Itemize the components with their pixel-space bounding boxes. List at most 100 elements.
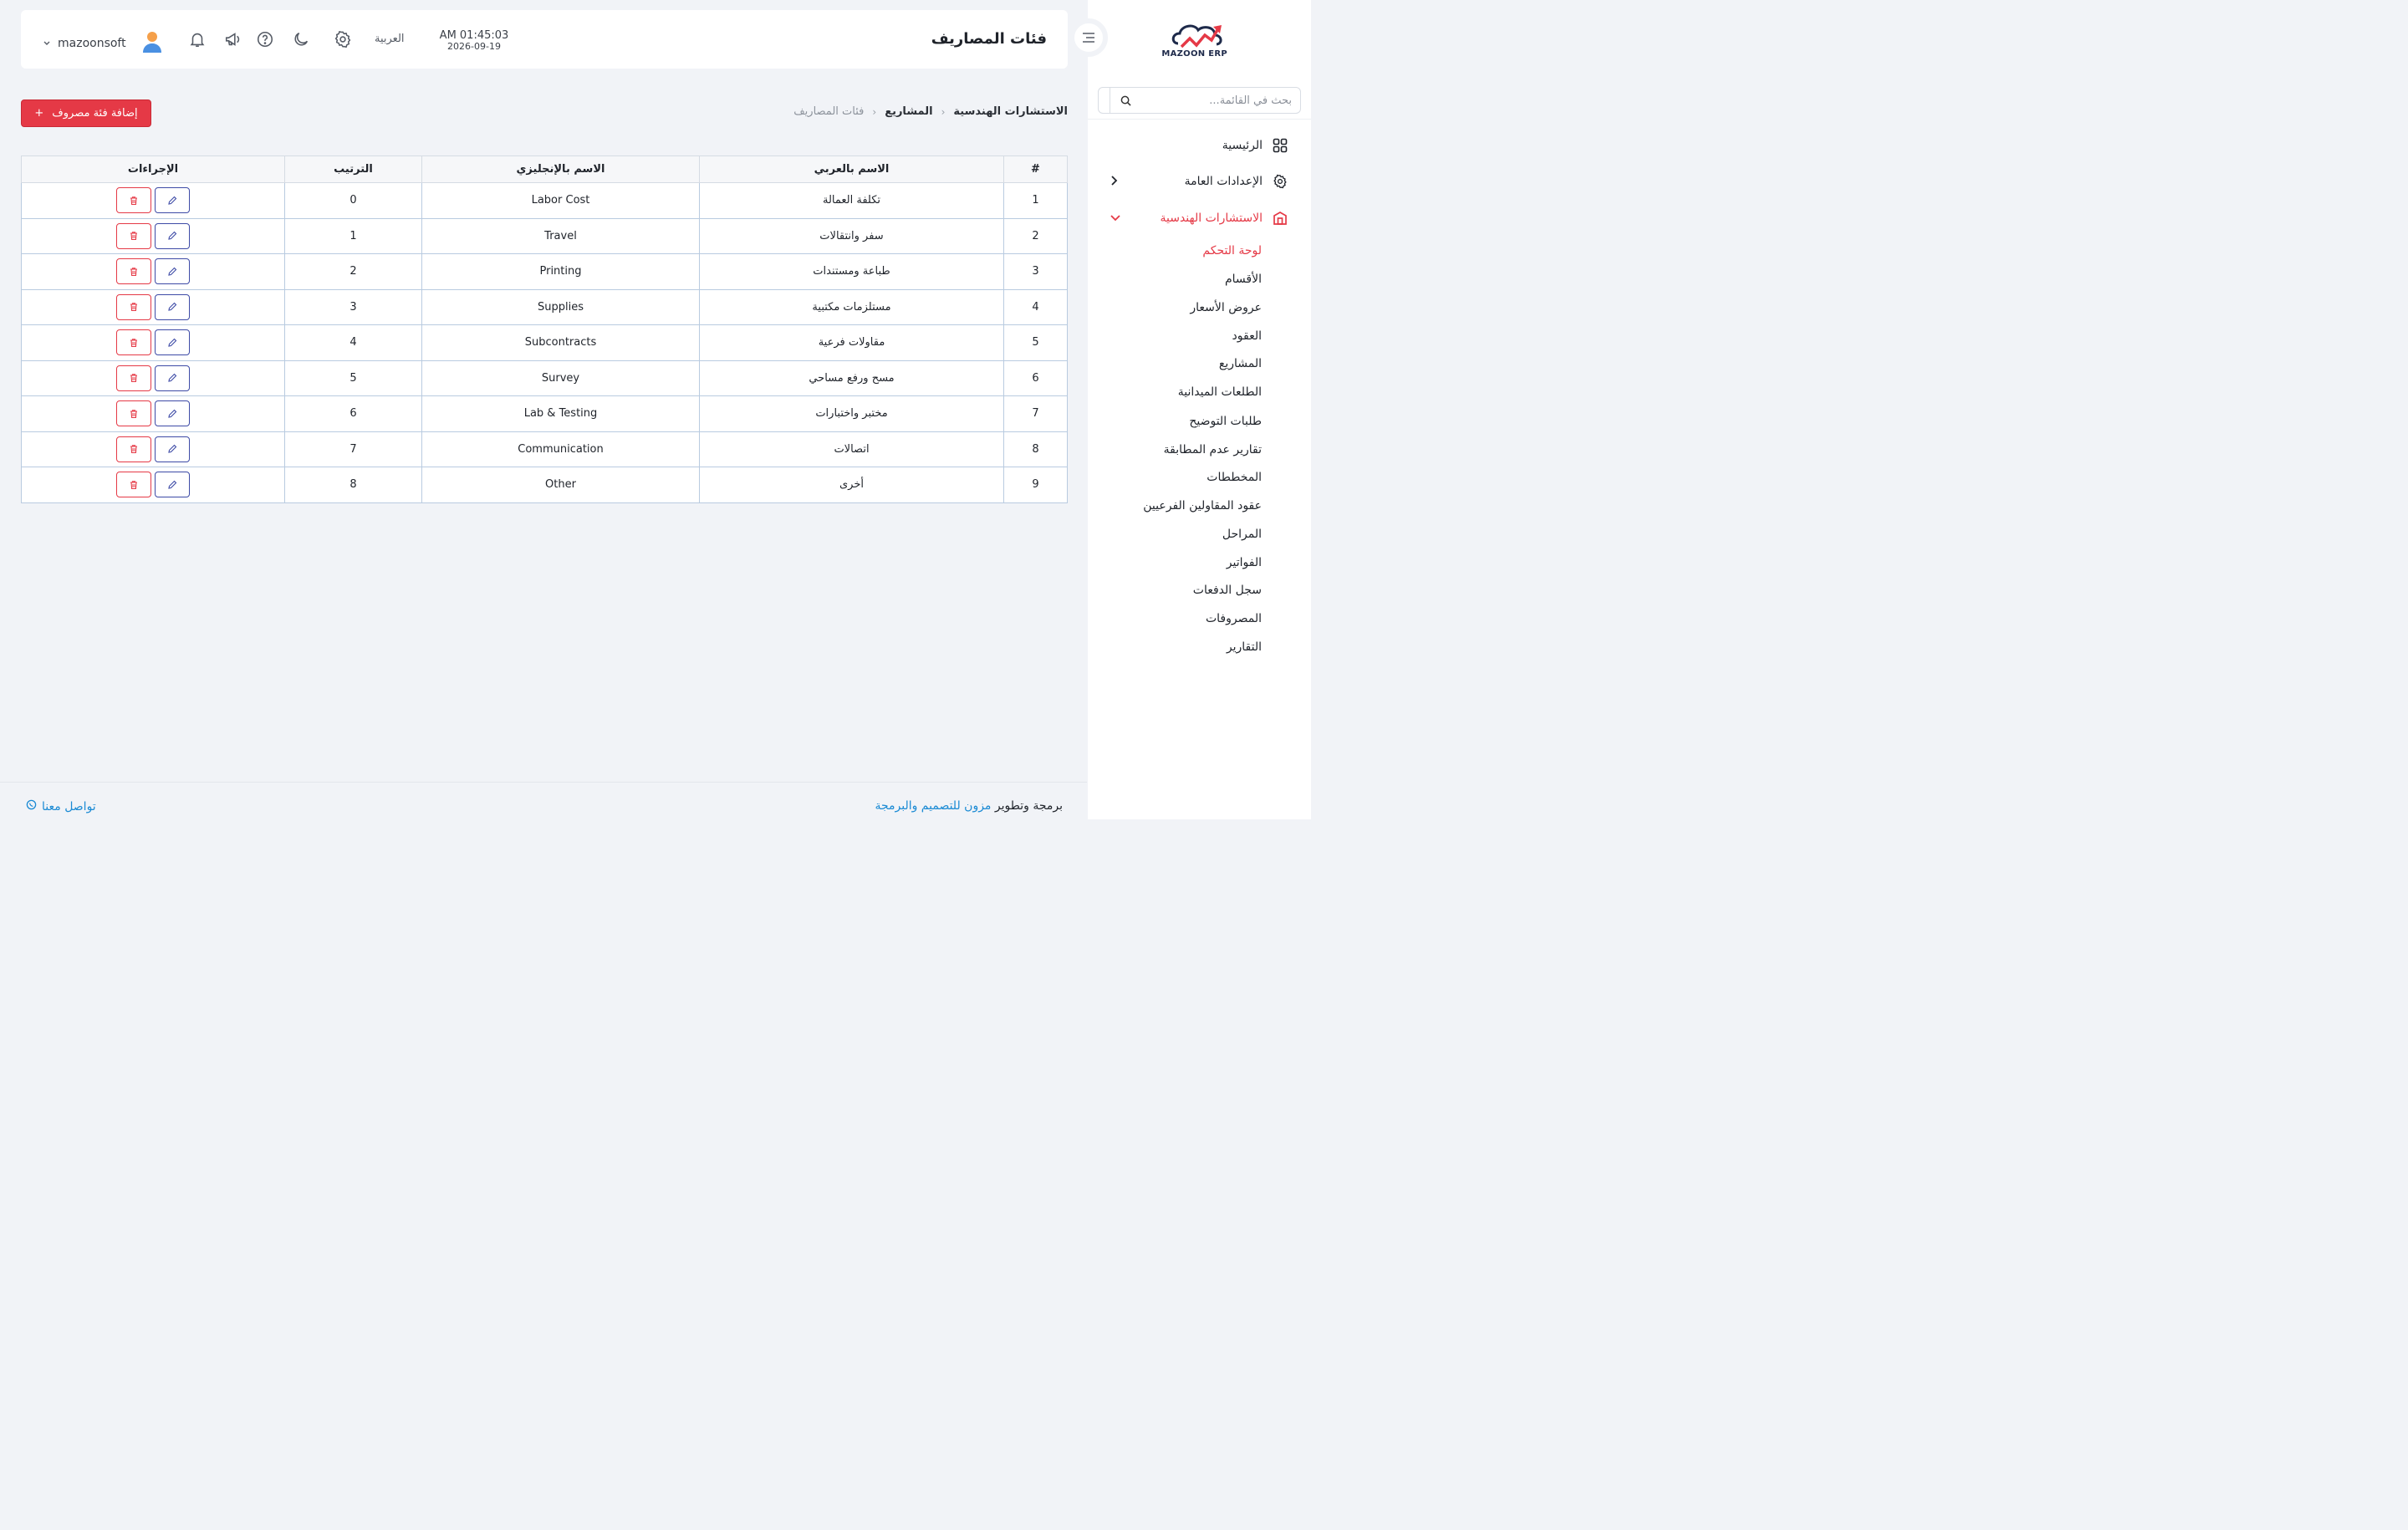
edit-button[interactable] — [155, 365, 190, 391]
cell-arabic-name: تكلفة العمالة — [699, 182, 1004, 219]
chevron-down-icon[interactable] — [1110, 212, 1121, 225]
edit-button[interactable] — [155, 258, 190, 285]
footer-brand-link[interactable]: مزون للتصميم والبرمجة — [875, 799, 991, 813]
sidebar-search-input[interactable] — [1141, 94, 1300, 107]
cell-arabic-name: سفر وانتقالات — [699, 217, 1004, 254]
cell-actions — [21, 253, 285, 290]
sidebar-sub-departments[interactable]: الأقسام — [1225, 273, 1262, 286]
sidebar-sub-invoices[interactable]: الفواتير — [1227, 556, 1262, 569]
sidebar-sub-expenses[interactable]: المصروفات — [1206, 612, 1262, 625]
cell-actions — [21, 182, 285, 219]
sidebar-item-label: الاستشارات الهندسية — [1160, 212, 1263, 225]
sidebar-search — [1098, 87, 1301, 114]
menu-toggle-button[interactable] — [1069, 18, 1108, 57]
edit-button[interactable] — [155, 329, 190, 356]
cell-actions — [21, 217, 285, 254]
grid-icon — [1273, 138, 1288, 153]
sidebar-sub-drawings[interactable]: المخططات — [1207, 471, 1262, 484]
delete-button[interactable] — [116, 400, 151, 427]
delete-button[interactable] — [116, 187, 151, 214]
megaphone-icon[interactable] — [223, 29, 243, 49]
th-english-name: الاسم بالإنجليزي — [421, 156, 700, 183]
pencil-icon — [168, 231, 177, 240]
delete-button[interactable] — [116, 293, 151, 320]
sidebar-item-home[interactable]: الرئيسية — [1222, 138, 1288, 153]
settings-icon[interactable] — [333, 29, 353, 49]
cell-order: 3 — [284, 288, 422, 325]
pencil-icon — [168, 480, 177, 489]
cell-order: 6 — [284, 395, 422, 432]
sidebar-item-engineering[interactable]: الاستشارات الهندسية — [1160, 211, 1288, 226]
cell-number: 3 — [1003, 253, 1068, 290]
add-expense-category-button[interactable]: إضافة فئة مصروف + — [21, 99, 151, 127]
cell-actions — [21, 395, 285, 432]
table-row: 7 مختبر واختبارات Lab & Testing 6 — [21, 395, 1068, 432]
sidebar-sub-subcontracts[interactable]: عقود المقاولين الفرعيين — [1143, 499, 1262, 513]
cell-english-name: Survey — [421, 360, 700, 396]
trash-icon — [130, 339, 137, 347]
cell-arabic-name: مقاولات فرعية — [699, 324, 1004, 361]
table-row: 3 طباعة ومستندات Printing 2 — [21, 253, 1068, 290]
cell-order: 7 — [284, 431, 422, 467]
trash-icon — [130, 374, 137, 383]
delete-button[interactable] — [116, 365, 151, 391]
cell-order: 0 — [284, 182, 422, 219]
pencil-icon — [168, 409, 177, 418]
cell-number: 2 — [1003, 217, 1068, 254]
sidebar-item-settings[interactable]: الإعدادات العامة — [1185, 174, 1288, 189]
edit-button[interactable] — [155, 187, 190, 214]
cell-arabic-name: مستلزمات مكتبية — [699, 288, 1004, 325]
dark-mode-icon[interactable] — [291, 29, 311, 49]
edit-button[interactable] — [155, 293, 190, 320]
pencil-icon — [168, 338, 177, 347]
clock-time: AM 01:45:03 — [439, 29, 509, 42]
th-order: الترتيب — [284, 156, 422, 183]
breadcrumb-engineering[interactable]: الاستشارات الهندسية — [953, 105, 1068, 118]
bell-icon[interactable] — [187, 29, 207, 49]
cell-arabic-name: اتصالات — [699, 431, 1004, 467]
trash-icon — [130, 303, 137, 312]
sidebar-sub-dashboard[interactable]: لوحة التحكم — [1202, 244, 1262, 258]
delete-button[interactable] — [116, 258, 151, 285]
language-switch[interactable]: العربية — [375, 33, 405, 45]
help-icon[interactable] — [255, 29, 275, 49]
sidebar-sub-projects[interactable]: المشاريع — [1219, 357, 1262, 370]
cell-actions — [21, 431, 285, 467]
sidebar-sub-payments[interactable]: سجل الدفعات — [1193, 584, 1262, 597]
whatsapp-icon — [26, 799, 37, 813]
edit-button[interactable] — [155, 436, 190, 462]
chevron-left-icon[interactable] — [1110, 175, 1118, 190]
avatar — [141, 30, 163, 57]
sidebar-sub-clarifications[interactable]: طلبات التوضيح — [1189, 415, 1262, 428]
contact-link[interactable]: تواصل معنا — [26, 799, 96, 813]
cell-english-name: Subcontracts — [421, 324, 700, 361]
delete-button[interactable] — [116, 472, 151, 498]
delete-button[interactable] — [116, 222, 151, 249]
cell-number: 9 — [1003, 467, 1068, 503]
sidebar-sub-reports[interactable]: التقارير — [1227, 640, 1262, 654]
edit-button[interactable] — [155, 400, 190, 427]
cell-number: 7 — [1003, 395, 1068, 432]
cell-english-name: Travel — [421, 217, 700, 254]
gear-icon — [1273, 174, 1288, 189]
sidebar-sub-quotations[interactable]: عروض الأسعار — [1190, 301, 1262, 314]
breadcrumb-projects[interactable]: المشاريع — [885, 105, 932, 118]
sidebar-sub-ncr[interactable]: تقارير عدم المطابقة — [1164, 443, 1262, 456]
edit-button[interactable] — [155, 222, 190, 249]
sidebar-divider — [1088, 119, 1311, 120]
clock-date: 2026-09-19 — [447, 41, 501, 52]
delete-button[interactable] — [116, 329, 151, 356]
search-icon[interactable] — [1110, 88, 1141, 113]
trash-icon — [130, 410, 137, 418]
edit-button[interactable] — [155, 472, 190, 498]
trash-icon — [130, 232, 137, 241]
breadcrumb: الاستشارات الهندسية ‹ المشاريع ‹ فئات ال… — [793, 105, 1068, 118]
sidebar-sub-phases[interactable]: المراحل — [1222, 528, 1262, 541]
cell-english-name: Other — [421, 467, 700, 503]
sidebar-sub-contracts[interactable]: العقود — [1232, 329, 1262, 343]
cell-order: 8 — [284, 467, 422, 503]
user-menu[interactable]: mazoonsoft — [43, 30, 163, 57]
table-header-row: # الاسم بالعربي الاسم بالإنجليزي الترتيب… — [21, 156, 1068, 183]
sidebar-sub-field-visits[interactable]: الطلعات الميدانية — [1178, 385, 1262, 399]
delete-button[interactable] — [116, 436, 151, 462]
